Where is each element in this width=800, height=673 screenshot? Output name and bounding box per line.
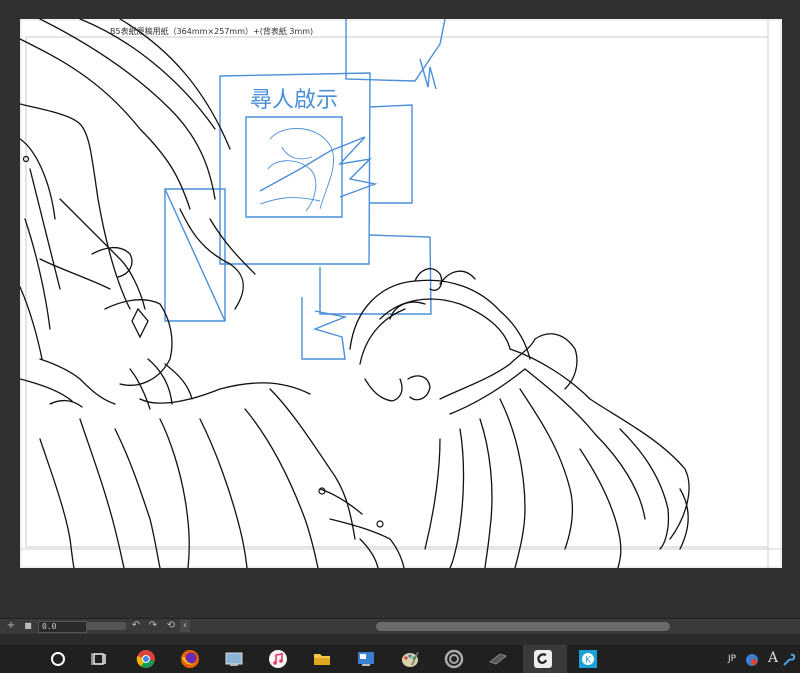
network-icon[interactable] bbox=[745, 653, 759, 667]
itunes-icon[interactable] bbox=[268, 649, 288, 669]
cortana-icon[interactable] bbox=[48, 649, 68, 669]
system-settings-icon[interactable] bbox=[224, 649, 244, 669]
pen-tablet-icon[interactable] bbox=[488, 649, 508, 669]
clip-studio-paint-icon[interactable] bbox=[533, 649, 553, 669]
kolor-app-icon[interactable]: K bbox=[578, 649, 598, 669]
line-art: 尋人啟示 bbox=[20, 19, 782, 568]
paint-icon[interactable] bbox=[400, 649, 420, 669]
horizontal-scrollbar[interactable] bbox=[190, 622, 800, 631]
canvas-workspace[interactable]: B5表紙原稿用紙（364mm×257mm）+(背表紙 3mm) 尋人啟示 bbox=[0, 0, 800, 618]
add-button[interactable]: + bbox=[4, 620, 18, 632]
stop-button[interactable]: ■ bbox=[22, 620, 34, 632]
poster-heading: 尋人啟示 bbox=[250, 88, 338, 113]
task-view-icon[interactable] bbox=[90, 649, 110, 669]
collapse-button[interactable]: ‹ bbox=[180, 620, 190, 632]
rotate-right-button[interactable]: ↷ bbox=[147, 620, 159, 632]
zoom-slider[interactable] bbox=[86, 622, 126, 630]
font-icon[interactable]: A bbox=[768, 650, 778, 666]
rotate-left-button[interactable]: ↶ bbox=[130, 620, 142, 632]
taskbar: K JP A bbox=[0, 645, 800, 673]
scrollbar-thumb[interactable] bbox=[376, 622, 670, 631]
remote-desktop-icon[interactable] bbox=[356, 649, 376, 669]
drawing-canvas[interactable]: B5表紙原稿用紙（364mm×257mm）+(背表紙 3mm) 尋人啟示 bbox=[20, 19, 782, 568]
unity-hub-icon[interactable] bbox=[444, 649, 464, 669]
zoom-input[interactable]: 0.0 bbox=[38, 621, 87, 633]
wrench-icon[interactable] bbox=[782, 653, 796, 667]
canvas-status-bar: + ■ 0.0 ↶ ↷ ⟲ ‹ bbox=[0, 618, 800, 634]
file-explorer-icon[interactable] bbox=[312, 649, 332, 669]
firefox-icon[interactable] bbox=[180, 649, 200, 669]
chrome-icon[interactable] bbox=[136, 649, 156, 669]
reset-rotation-button[interactable]: ⟲ bbox=[165, 620, 177, 632]
language-indicator[interactable]: JP bbox=[728, 654, 736, 664]
